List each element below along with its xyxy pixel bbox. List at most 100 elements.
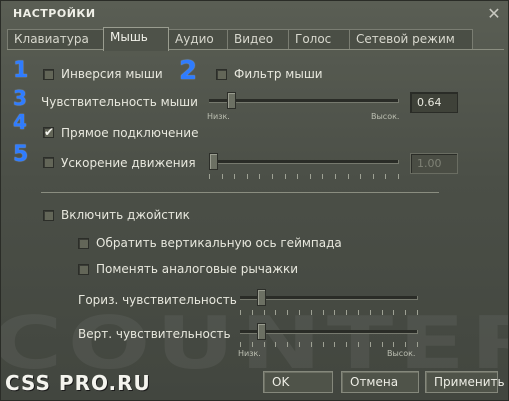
horiz-sensitivity-slider-thumb[interactable] (256, 289, 266, 306)
sensitivity-slider-track[interactable] (209, 99, 399, 103)
acceleration-checkbox[interactable] (43, 157, 54, 168)
slider-tick (263, 342, 265, 347)
title-bar: НАСТРОЙКИ ✕ (1, 1, 508, 27)
tab-bar: Клавиатура Мышь Аудио Видео Голос Сетево… (7, 27, 504, 51)
vert-sensitivity-label: Верт. чувствительность (78, 327, 231, 341)
raw-input-checkbox[interactable]: ✔ (43, 125, 55, 139)
mouse-filter-checkbox[interactable] (216, 69, 227, 80)
slider-tick (251, 310, 253, 315)
tab-network[interactable]: Сетевой режим (349, 29, 473, 50)
slider-tick (360, 174, 362, 179)
sensitivity-min-label: Низк. (207, 112, 230, 121)
slider-tick (221, 174, 223, 179)
tab-voice[interactable]: Голос (288, 29, 350, 50)
slider-tick (209, 174, 210, 179)
slider-tick (246, 174, 248, 179)
annotation-3: 3 (13, 86, 27, 110)
logo-text: CSS PRO.RU (5, 371, 151, 395)
tab-keyboard[interactable]: Клавиатура (7, 29, 104, 50)
slider-tick (259, 174, 261, 179)
slider-tick (369, 310, 371, 315)
slider-tick (335, 174, 336, 179)
slider-tick (381, 310, 383, 315)
vert-sensitivity-slider-track[interactable] (240, 330, 418, 334)
settings-window: COUNTER НАСТРОЙКИ ✕ Клавиатура Мышь Ауди… (0, 0, 509, 401)
section-divider (41, 192, 439, 193)
tab-mouse[interactable]: Мышь (103, 27, 169, 51)
slider-tick (272, 174, 273, 179)
slider-tick (405, 310, 407, 315)
slider-tick (299, 310, 300, 315)
slider-tick (322, 342, 324, 347)
tab-audio[interactable]: Аудио (168, 29, 228, 50)
slider-tick (240, 310, 241, 315)
acceleration-value-field[interactable]: 1.00 (410, 153, 458, 174)
slider-tick (275, 310, 277, 315)
horiz-sensitivity-ticks (240, 310, 418, 316)
slider-tick (287, 310, 289, 315)
slider-tick (347, 174, 349, 179)
invert-mouse-checkbox[interactable] (43, 69, 54, 80)
slider-tick (251, 342, 253, 347)
vert-sensitivity-min-label: Низк. (238, 349, 261, 358)
slider-tick (358, 310, 359, 315)
annotation-4: 4 (13, 110, 27, 134)
check-icon: ✔ (44, 125, 55, 139)
tab-video[interactable]: Видео (227, 29, 289, 50)
enable-joystick-checkbox[interactable] (43, 210, 54, 221)
invert-gamepad-axis-label: Обратить вертикальную ось геймпада (96, 236, 342, 250)
invert-gamepad-axis-checkbox[interactable] (78, 238, 89, 249)
sensitivity-value-field[interactable]: 0.64 (410, 92, 458, 113)
slider-tick (417, 310, 418, 315)
slider-tick (358, 342, 359, 347)
sensitivity-slider-thumb[interactable] (227, 92, 237, 109)
slider-tick (417, 342, 418, 347)
horiz-sensitivity-slider-track[interactable] (240, 296, 418, 300)
swap-sticks-label: Поменять аналоговые рычажки (96, 262, 299, 276)
swap-sticks-checkbox[interactable] (78, 264, 89, 275)
slider-tick (310, 310, 312, 315)
apply-button[interactable]: Применить (425, 371, 505, 393)
slider-tick (372, 174, 374, 179)
site-logo: CSS PRO.RU (5, 363, 205, 397)
slider-tick (334, 310, 336, 315)
slider-tick (398, 174, 399, 179)
mouse-settings-panel: 1 2 3 4 5 Инверсия мыши Фильтр мыши Чувс… (7, 49, 504, 361)
sensitivity-label: Чувствительность мыши (41, 95, 198, 109)
slider-tick (234, 174, 236, 179)
sensitivity-max-label: Высок. (371, 112, 400, 121)
slider-tick (240, 342, 241, 347)
vert-sensitivity-max-label: Высок. (387, 349, 416, 358)
slider-tick (393, 342, 395, 347)
annotation-1: 1 (13, 58, 29, 83)
annotation-5: 5 (13, 142, 29, 167)
slider-tick (284, 174, 286, 179)
vert-sensitivity-ticks (240, 342, 418, 348)
slider-tick (381, 342, 383, 347)
slider-tick (275, 342, 277, 347)
enable-joystick-label: Включить джойстик (61, 208, 190, 222)
slider-tick (405, 342, 407, 347)
slider-tick (346, 310, 348, 315)
slider-tick (346, 342, 348, 347)
slider-tick (393, 310, 395, 315)
acceleration-slider-thumb[interactable] (209, 153, 218, 170)
slider-tick (297, 174, 299, 179)
cancel-button[interactable]: Отмена (341, 371, 419, 393)
slider-tick (322, 310, 324, 315)
slider-tick (299, 342, 300, 347)
slider-tick (334, 342, 336, 347)
slider-tick (310, 342, 312, 347)
invert-mouse-label: Инверсия мыши (61, 67, 163, 81)
acceleration-slider-track[interactable] (209, 160, 399, 164)
slider-tick (287, 342, 289, 347)
slider-tick (385, 174, 387, 179)
close-icon[interactable]: ✕ (485, 5, 503, 23)
annotation-2: 2 (179, 56, 198, 86)
slider-tick (263, 310, 265, 315)
vert-sensitivity-slider-thumb[interactable] (256, 323, 266, 340)
ok-button[interactable]: OK (263, 371, 333, 393)
raw-input-label: Прямое подключение (61, 126, 199, 140)
slider-tick (369, 342, 371, 347)
slider-tick (322, 174, 324, 179)
